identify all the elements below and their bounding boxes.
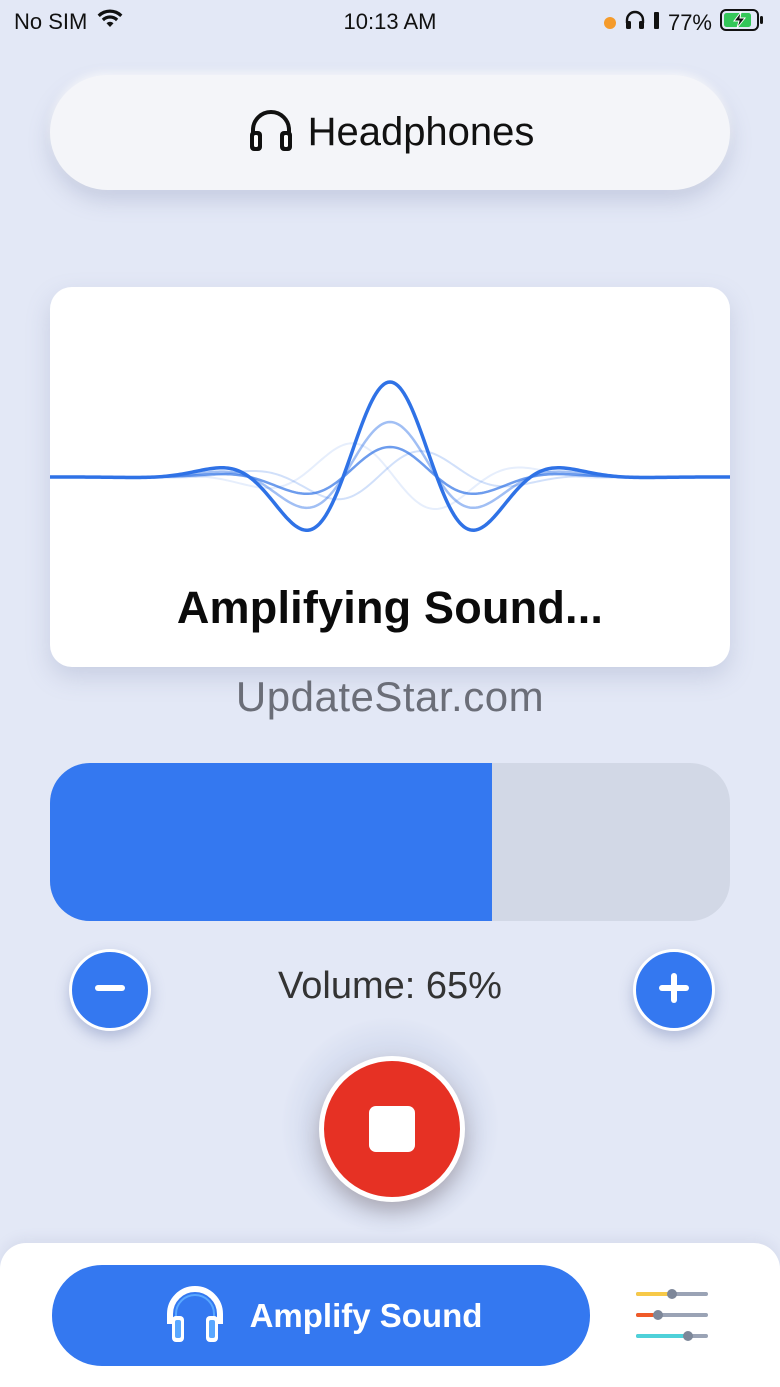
volume-slider-fill	[50, 763, 492, 921]
equalizer-settings-button[interactable]	[630, 1282, 714, 1348]
privacy-indicator-dot	[603, 17, 616, 29]
volume-increase-button[interactable]	[633, 949, 715, 1031]
watermark-text: UpdateStar.com	[235, 673, 545, 720]
status-bar: No SIM 10:13 AM 77%	[0, 0, 780, 44]
status-heading: Amplifying Sound...	[176, 582, 604, 633]
device-selector-button[interactable]: Headphones	[50, 75, 730, 190]
battery-icon	[720, 9, 764, 37]
equalizer-sliders-icon	[630, 1289, 714, 1352]
volume-slider[interactable]	[50, 763, 730, 921]
device-label: Headphones	[307, 110, 535, 154]
signal-bar-icon	[653, 10, 660, 36]
battery-percent: 77%	[667, 10, 712, 35]
stop-button[interactable]	[319, 1056, 465, 1202]
amplify-sound-label: Amplify Sound	[249, 1296, 483, 1334]
headphones-icon	[624, 10, 646, 36]
status-right: 77%	[603, 9, 764, 37]
plus-icon	[656, 970, 692, 1011]
stop-icon	[369, 1106, 415, 1152]
amplify-sound-button[interactable]: Amplify Sound	[52, 1265, 590, 1366]
headphones-icon	[160, 1280, 230, 1351]
headphones-icon	[246, 106, 296, 159]
